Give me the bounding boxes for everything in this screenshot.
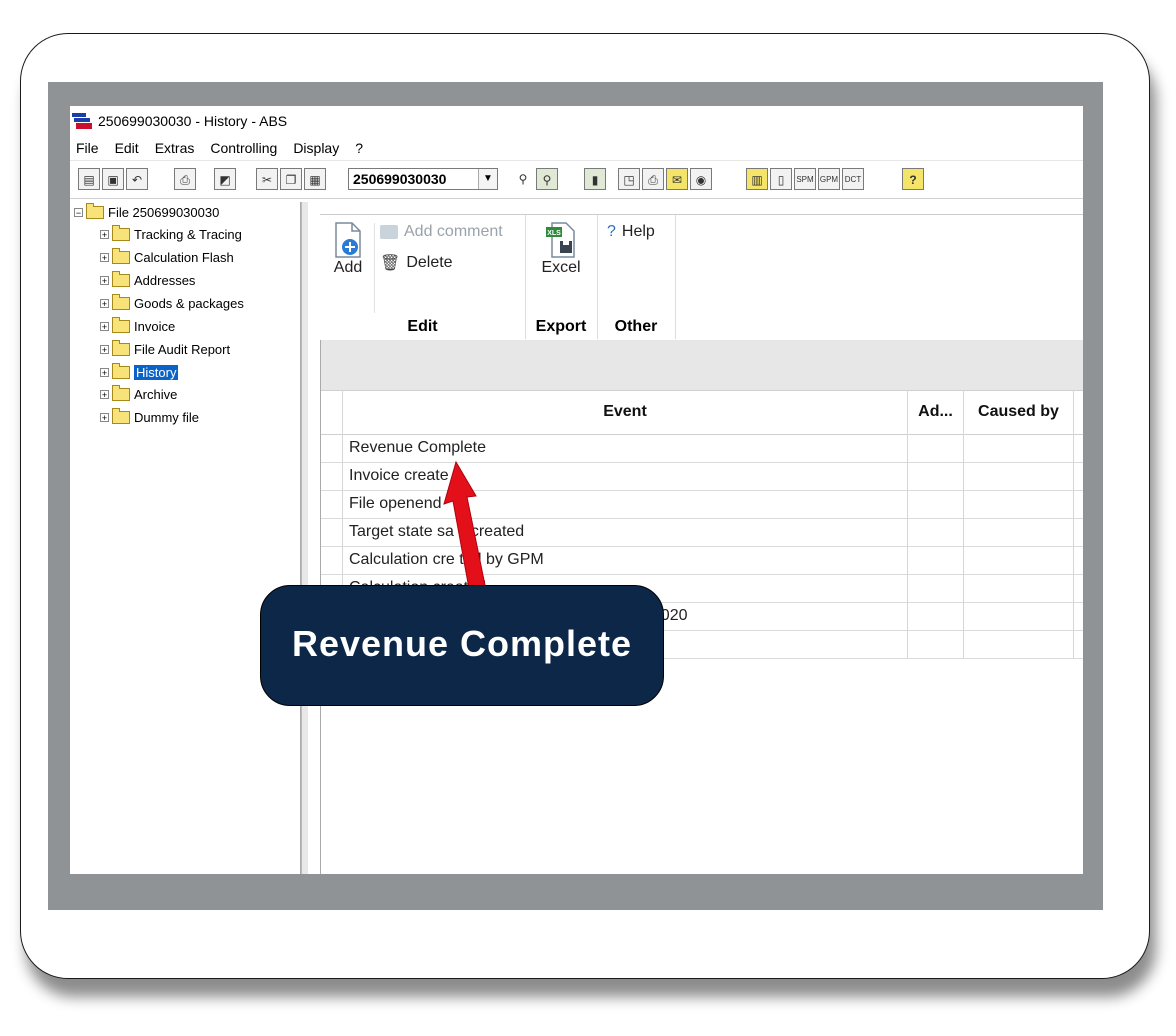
pointer-arrow-icon [443,460,487,595]
callout-label: Revenue Complete [260,585,664,706]
